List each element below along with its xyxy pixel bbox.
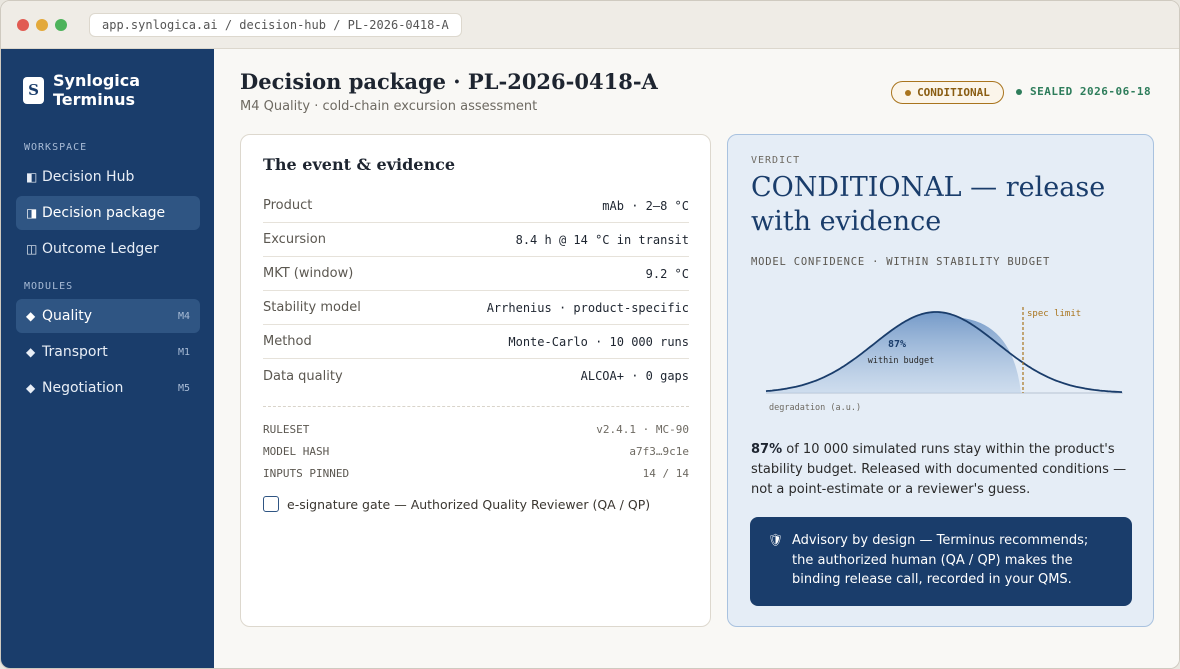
esignature-gate[interactable]: e-signature gate — Authorized Quality Re… bbox=[263, 496, 650, 512]
status-badge: CONDITIONAL bbox=[891, 81, 1004, 104]
sidebar-item-decision-package[interactable]: ◨ Decision package bbox=[16, 196, 200, 230]
sidebar-item-decision-hub[interactable]: ◧ Decision Hub bbox=[16, 160, 200, 194]
brand-name: Synlogica Terminus bbox=[53, 71, 153, 109]
evidence-value: mAb · 2–8 °C bbox=[602, 198, 689, 213]
within-budget-area bbox=[766, 312, 1021, 393]
evidence-value: Monte-Carlo · 10 000 runs bbox=[508, 334, 689, 349]
x-axis-label: degradation (a.u.) bbox=[769, 403, 861, 413]
evidence-row: MKT (window) 9.2 °C bbox=[263, 257, 689, 291]
verdict-label: VERDICT bbox=[751, 155, 801, 166]
sidebar-item-transport[interactable]: ◆ Transport M1 bbox=[16, 335, 200, 369]
decision-hub-icon: ◧ bbox=[26, 170, 38, 184]
module-tag: M4 bbox=[177, 310, 190, 322]
main-content: Decision package · PL-2026-0418-A M4 Qua… bbox=[214, 49, 1179, 668]
evidence-row: Excursion 8.4 h @ 14 °C in transit bbox=[263, 223, 689, 257]
decision-package-icon: ◨ bbox=[26, 206, 38, 220]
evidence-value: 9.2 °C bbox=[645, 266, 689, 281]
shield-icon: 🛡 bbox=[768, 533, 784, 547]
evidence-row: Product mAb · 2–8 °C bbox=[263, 189, 689, 223]
brand-logo-icon: S bbox=[23, 76, 44, 104]
sidebar: S Synlogica Terminus WORKSPACE ◧ Decisio… bbox=[1, 49, 214, 668]
module-tag: M5 bbox=[177, 382, 190, 394]
meta-row-model-hash: MODEL HASH a7f3…9c1e bbox=[263, 445, 689, 458]
verdict-summary: 87% of 10 000 simulated runs stay within… bbox=[751, 440, 1136, 500]
verdict-headline: CONDITIONAL — release with evidence bbox=[751, 172, 1106, 237]
evidence-value: 8.4 h @ 14 °C in transit bbox=[515, 232, 689, 247]
outcome-ledger-icon: ◫ bbox=[26, 242, 38, 256]
verdict-summary-text: of 10 000 simulated runs stay within the… bbox=[751, 442, 1127, 497]
evidence-row: Method Monte-Carlo · 10 000 runs bbox=[263, 325, 689, 359]
close-window-button[interactable] bbox=[17, 19, 29, 31]
sealed-badge-label: SEALED 2026-06-18 bbox=[1030, 85, 1152, 98]
spec-limit-label: spec limit bbox=[1027, 309, 1081, 319]
confidence-label: MODEL CONFIDENCE · WITHIN STABILITY BUDG… bbox=[751, 256, 1051, 268]
sidebar-item-label: Decision Hub bbox=[42, 169, 135, 185]
evidence-key: MKT (window) bbox=[263, 266, 354, 281]
sidebar-item-label: Outcome Ledger bbox=[42, 241, 159, 257]
esignature-label: e-signature gate — Authorized Quality Re… bbox=[287, 496, 651, 512]
within-budget-sublabel: within budget bbox=[868, 356, 935, 366]
page-subtitle: M4 Quality · cold-chain excursion assess… bbox=[240, 99, 538, 114]
maximize-window-button[interactable] bbox=[55, 19, 67, 31]
minimize-window-button[interactable] bbox=[36, 19, 48, 31]
meta-key: MODEL HASH bbox=[263, 445, 330, 458]
app-window: app.synlogica.ai / decision-hub / PL-202… bbox=[0, 0, 1180, 669]
confidence-chart: spec limit 87% within budget degradation… bbox=[765, 307, 1123, 413]
address-bar[interactable]: app.synlogica.ai / decision-hub / PL-202… bbox=[89, 13, 462, 37]
advisory-callout: 🛡 Advisory by design — Terminus recommen… bbox=[750, 517, 1132, 606]
brand[interactable]: S Synlogica Terminus bbox=[23, 71, 153, 109]
diamond-icon: ◆ bbox=[26, 381, 36, 395]
advisory-text: Advisory by design — Terminus recommends… bbox=[792, 533, 1089, 587]
meta-key: INPUTS PINNED bbox=[263, 467, 350, 480]
status-badge-label: CONDITIONAL bbox=[917, 86, 990, 99]
evidence-key: Stability model bbox=[263, 300, 361, 315]
module-tag: M1 bbox=[177, 346, 190, 358]
status-dot-icon bbox=[905, 89, 912, 96]
evidence-card: The event & evidence Product mAb · 2–8 °… bbox=[240, 134, 711, 627]
sidebar-item-quality[interactable]: ◆ Quality M4 bbox=[16, 299, 200, 333]
diamond-icon: ◆ bbox=[26, 345, 36, 359]
evidence-key: Data quality bbox=[263, 368, 343, 384]
sidebar-item-negotiation[interactable]: ◆ Negotiation M5 bbox=[16, 371, 200, 405]
diamond-icon: ◆ bbox=[26, 309, 36, 323]
within-budget-value: 87% bbox=[888, 339, 906, 350]
meta-value: v2.4.1 · MC-90 bbox=[596, 423, 689, 436]
meta-row-ruleset: RULESET v2.4.1 · MC-90 bbox=[263, 423, 689, 436]
meta-value: 14 / 14 bbox=[642, 467, 689, 480]
evidence-key: Product bbox=[263, 198, 313, 213]
evidence-value: Arrhenius · product-specific bbox=[486, 300, 689, 315]
evidence-value: ALCOA+ · 0 gaps bbox=[580, 369, 689, 383]
sidebar-item-label: Decision package bbox=[42, 205, 166, 221]
modules-section-label: MODULES bbox=[24, 281, 74, 292]
verdict-card: VERDICT CONDITIONAL — release with evide… bbox=[727, 134, 1154, 627]
sidebar-item-label: Transport bbox=[42, 344, 108, 360]
esignature-checkbox[interactable] bbox=[263, 496, 279, 512]
meta-key: RULESET bbox=[263, 423, 310, 436]
evidence-row: Stability model Arrhenius · product-spec… bbox=[263, 291, 689, 325]
evidence-card-title: The event & evidence bbox=[263, 155, 456, 174]
divider bbox=[263, 406, 689, 407]
workspace-section-label: WORKSPACE bbox=[24, 142, 88, 153]
evidence-row: Data quality ALCOA+ · 0 gaps bbox=[263, 359, 689, 393]
meta-value: a7f3…9c1e bbox=[629, 445, 689, 458]
sidebar-item-outcome-ledger[interactable]: ◫ Outcome Ledger bbox=[16, 232, 200, 266]
page-title: Decision package · PL-2026-0418-A bbox=[240, 69, 658, 94]
sidebar-item-label: Negotiation bbox=[42, 380, 124, 396]
evidence-key: Excursion bbox=[263, 232, 326, 247]
meta-row-inputs-pinned: INPUTS PINNED 14 / 14 bbox=[263, 467, 689, 480]
evidence-key: Method bbox=[263, 334, 312, 349]
title-bar: app.synlogica.ai / decision-hub / PL-202… bbox=[1, 1, 1179, 49]
verdict-summary-strong: 87% bbox=[751, 442, 783, 457]
sidebar-item-label: Quality bbox=[42, 308, 93, 324]
brand-name-text: Synlogica Terminus bbox=[53, 71, 141, 109]
sealed-badge: SEALED 2026-06-18 bbox=[1016, 85, 1151, 98]
sealed-dot-icon bbox=[1016, 88, 1022, 95]
